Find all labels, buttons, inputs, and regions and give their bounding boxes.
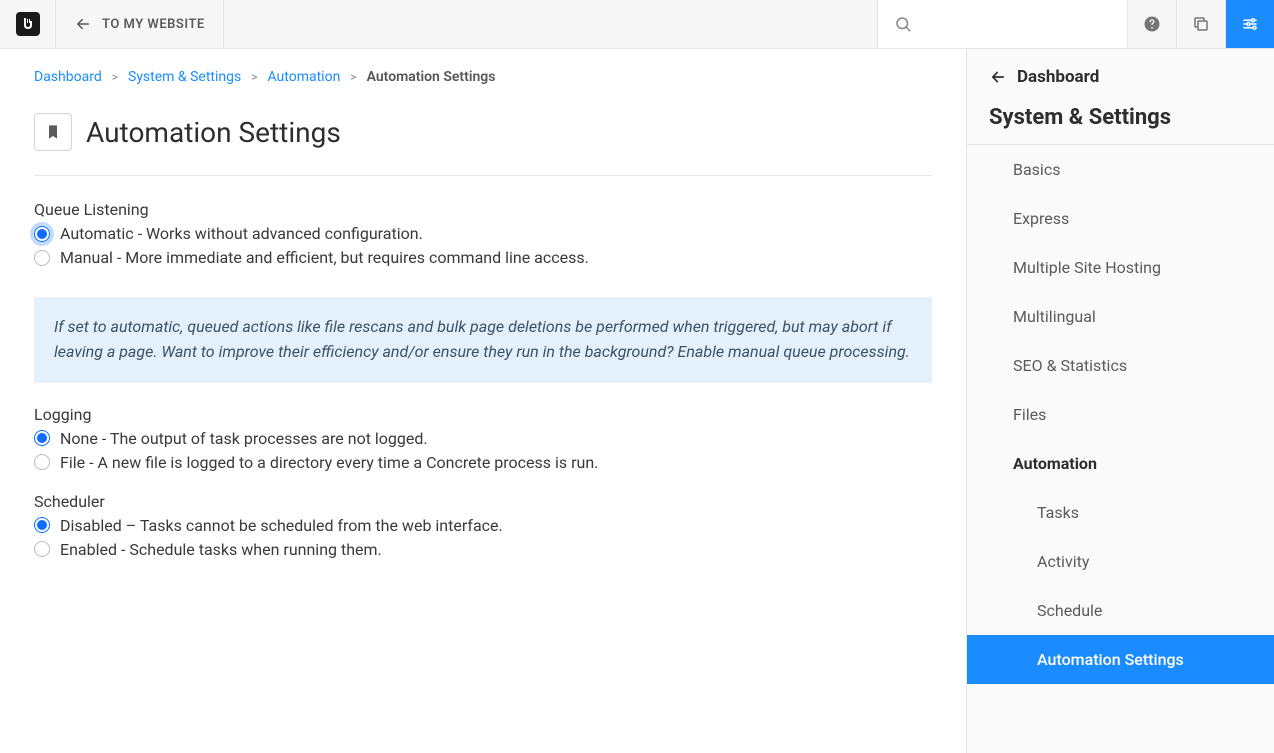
breadcrumb-current: Automation Settings: [367, 69, 496, 85]
scheduler-enabled-option[interactable]: Enabled - Schedule tasks when running th…: [34, 540, 932, 559]
queue-label: Queue Listening: [34, 200, 932, 219]
queue-automatic-option[interactable]: Automatic - Works without advanced confi…: [34, 224, 932, 243]
help-icon: [1143, 15, 1161, 33]
radio-icon: [34, 430, 50, 446]
arrow-left-icon: [74, 15, 92, 33]
breadcrumb: Dashboard > System & Settings > Automati…: [34, 69, 932, 85]
radio-icon: [34, 517, 50, 533]
breadcrumb-link[interactable]: Automation: [268, 69, 341, 85]
queue-info-box: If set to automatic, queued actions like…: [34, 297, 932, 383]
search-input[interactable]: [877, 0, 1127, 48]
sidebar-title: System & Settings: [967, 97, 1274, 145]
logo-cell[interactable]: [0, 0, 56, 48]
bookmark-icon: [45, 123, 61, 141]
queue-section: Queue Listening Automatic - Works withou…: [34, 200, 932, 267]
logging-none-option[interactable]: None - The output of task processes are …: [34, 429, 932, 448]
sidebar-subitem-activity[interactable]: Activity: [967, 537, 1274, 586]
radio-icon: [34, 250, 50, 266]
page-title-row: Automation Settings: [34, 113, 932, 176]
sidebar-subitem-schedule[interactable]: Schedule: [967, 586, 1274, 635]
breadcrumb-link[interactable]: System & Settings: [128, 69, 241, 85]
radio-label: Automatic - Works without advanced confi…: [60, 224, 423, 243]
copy-button[interactable]: [1176, 0, 1225, 48]
settings-button[interactable]: [1225, 0, 1274, 48]
logo-icon: [16, 12, 40, 36]
back-to-site-link[interactable]: TO MY WEBSITE: [56, 0, 224, 48]
scheduler-section: Scheduler Disabled – Tasks cannot be sch…: [34, 492, 932, 559]
topbar: TO MY WEBSITE: [0, 0, 1274, 49]
search-icon: [894, 15, 912, 33]
radio-icon: [34, 226, 50, 242]
logging-label: Logging: [34, 405, 932, 424]
sidebar-back-link[interactable]: Dashboard: [967, 49, 1274, 97]
sliders-icon: [1241, 15, 1259, 33]
sidebar-item-files[interactable]: Files: [967, 390, 1274, 439]
radio-icon: [34, 454, 50, 470]
main-content: Dashboard > System & Settings > Automati…: [0, 49, 966, 753]
radio-label: File - A new file is logged to a directo…: [60, 453, 598, 472]
sidebar-subitem-tasks[interactable]: Tasks: [967, 488, 1274, 537]
sidebar-item-express[interactable]: Express: [967, 194, 1274, 243]
breadcrumb-link[interactable]: Dashboard: [34, 69, 102, 85]
sidebar-item-seo-statistics[interactable]: SEO & Statistics: [967, 341, 1274, 390]
radio-label: None - The output of task processes are …: [60, 429, 428, 448]
sidebar-item-multilingual[interactable]: Multilingual: [967, 292, 1274, 341]
back-to-site-label: TO MY WEBSITE: [102, 17, 205, 32]
bookmark-button[interactable]: [34, 113, 72, 151]
sidebar-back-label: Dashboard: [1017, 67, 1099, 87]
radio-label: Disabled – Tasks cannot be scheduled fro…: [60, 516, 503, 535]
sidebar-item-automation[interactable]: Automation: [967, 439, 1274, 488]
sidebar-subitem-automation-settings[interactable]: Automation Settings: [967, 635, 1274, 684]
radio-label: Enabled - Schedule tasks when running th…: [60, 540, 382, 559]
scheduler-label: Scheduler: [34, 492, 932, 511]
page-title: Automation Settings: [86, 116, 341, 149]
sidebar: Dashboard System & Settings Basics Expre…: [966, 49, 1274, 753]
sidebar-item-basics[interactable]: Basics: [967, 145, 1274, 194]
radio-icon: [34, 541, 50, 557]
logging-section: Logging None - The output of task proces…: [34, 405, 932, 472]
scheduler-disabled-option[interactable]: Disabled – Tasks cannot be scheduled fro…: [34, 516, 932, 535]
sidebar-item-multiple-site-hosting[interactable]: Multiple Site Hosting: [967, 243, 1274, 292]
help-button[interactable]: [1127, 0, 1176, 48]
radio-label: Manual - More immediate and efficient, b…: [60, 248, 589, 267]
logging-file-option[interactable]: File - A new file is logged to a directo…: [34, 453, 932, 472]
queue-manual-option[interactable]: Manual - More immediate and efficient, b…: [34, 248, 932, 267]
copy-icon: [1192, 15, 1210, 33]
arrow-left-icon: [989, 68, 1007, 86]
